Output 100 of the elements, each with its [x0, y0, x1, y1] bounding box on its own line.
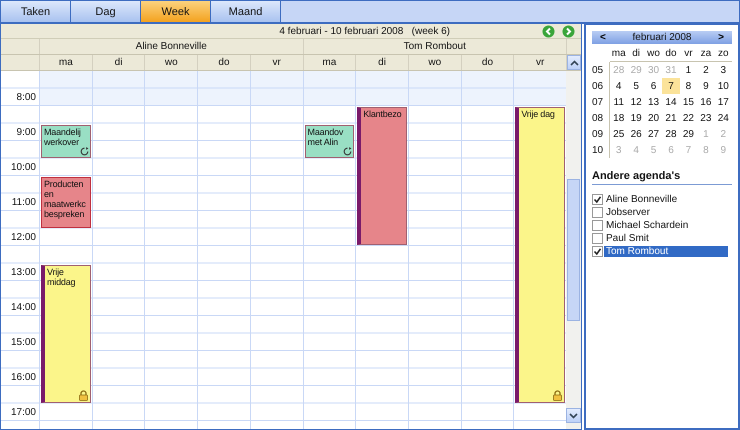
chevron-down-icon	[569, 412, 578, 418]
appointment[interactable]: Maandelij werkover	[41, 124, 91, 158]
day-header: do	[197, 55, 250, 70]
time-label: 14:00	[10, 300, 37, 315]
week-number: 06	[592, 78, 610, 94]
calendar-day[interactable]: 7	[662, 78, 680, 94]
calendar-day[interactable]: 23	[697, 110, 715, 126]
chevron-up-icon	[570, 60, 579, 66]
calendar-day[interactable]: 22	[680, 110, 698, 126]
week-number: 08	[592, 110, 610, 126]
calendar-day[interactable]: 20	[644, 110, 662, 126]
calendar-day[interactable]: 9	[697, 78, 715, 94]
calendar-day[interactable]: 11	[610, 94, 628, 110]
calendar-day[interactable]: 17	[714, 94, 732, 110]
calendar-day[interactable]: 24	[714, 110, 732, 126]
appointment-title: Producten en maatwerkc bespreken	[44, 179, 87, 219]
day-header: wo	[408, 55, 461, 70]
calendar-list-item[interactable]: Jobserver	[604, 206, 728, 218]
off-hours-band	[40, 71, 92, 106]
scroll-up-button[interactable]	[567, 55, 582, 70]
weekday-label: di	[627, 46, 645, 62]
scrollbar[interactable]	[566, 71, 581, 429]
time-label: 9:00	[16, 126, 37, 140]
week-number: 05	[592, 62, 610, 78]
appointment-title: Maandov met Alin	[308, 126, 344, 146]
calendar-day[interactable]: 26	[627, 126, 645, 142]
appointment[interactable]: Vrije middag	[41, 264, 91, 402]
calendar-day[interactable]: 19	[627, 110, 645, 126]
appointment[interactable]: Maandov met Alin	[304, 124, 354, 158]
checkbox[interactable]	[592, 246, 603, 256]
calendar-day[interactable]: 12	[627, 94, 645, 110]
calendar-day[interactable]: 21	[662, 110, 680, 126]
calendar-day[interactable]: 15	[680, 94, 698, 110]
person-header: Aline Bonneville	[39, 39, 302, 54]
checkbox[interactable]	[592, 194, 603, 204]
date-range-title: 4 februari - 10 februari 2008 (week 6)	[279, 26, 450, 36]
day-header: di	[355, 55, 408, 70]
weekday-label: vr	[680, 46, 698, 62]
calendar-list-item[interactable]: Michael Schardein	[604, 220, 728, 230]
calendar-day[interactable]: 16	[697, 94, 715, 110]
calendar-day[interactable]: 4	[610, 78, 628, 94]
calendar-list-item[interactable]: Paul Smit	[604, 232, 728, 244]
calendar-day[interactable]: 5	[627, 78, 645, 94]
calendar-day[interactable]: 27	[644, 126, 662, 142]
view-tab[interactable]: Taken	[1, 1, 71, 22]
calendar-day[interactable]: 1	[680, 62, 698, 78]
time-label: 13:00	[10, 266, 37, 280]
previous-month-button[interactable]: <	[596, 32, 610, 43]
checkbox[interactable]	[592, 220, 603, 230]
calendar-list-item[interactable]: Aline Bonneville	[604, 194, 728, 204]
calendar-day[interactable]: 28	[662, 126, 680, 142]
next-week-button[interactable]	[562, 24, 575, 38]
appointment-title: Vrije middag	[47, 266, 76, 286]
weekday-label: za	[697, 46, 715, 62]
checkmark-icon	[593, 194, 602, 204]
calendar-day[interactable]: 18	[610, 110, 628, 126]
calendar-day[interactable]: 10	[714, 78, 732, 94]
calendar-day[interactable]: 13	[644, 94, 662, 110]
off-hours-band	[250, 71, 303, 106]
appointment[interactable]: Vrije dag	[515, 107, 566, 402]
next-month-button[interactable]: >	[714, 32, 728, 43]
person-header: Tom Rombout	[302, 39, 566, 54]
appointment[interactable]: Producten en maatwerkc bespreken	[41, 177, 91, 228]
week-number: 09	[592, 126, 610, 142]
day-header: vr	[250, 55, 303, 70]
calendar-day[interactable]: 25	[610, 126, 628, 142]
calendar-list-item[interactable]: Tom Rombout	[604, 246, 728, 256]
day-header: vr	[513, 55, 566, 70]
calendar-day[interactable]: 8	[680, 78, 698, 94]
week-number: 10	[592, 142, 610, 158]
view-tab[interactable]: Dag	[71, 1, 141, 22]
view-tab[interactable]: Week	[141, 1, 211, 22]
off-hours-band	[145, 71, 198, 106]
weekday-label: zo	[714, 46, 732, 62]
calendar-day[interactable]: 3	[714, 62, 732, 78]
appointment-title: Vrije dag	[521, 109, 556, 119]
previous-week-button[interactable]	[542, 24, 555, 38]
day-header: do	[460, 55, 514, 70]
month-title: februari 2008	[632, 32, 692, 43]
calendar-day[interactable]: 14	[662, 94, 680, 110]
checkmark-icon	[593, 246, 602, 256]
time-label: 12:00	[10, 230, 37, 245]
appointment-title: Klantbezo	[363, 109, 402, 119]
weekday-label: ma	[610, 46, 628, 62]
calendar-day[interactable]: 2	[697, 62, 715, 78]
checkbox[interactable]	[592, 232, 603, 244]
scroll-down-button[interactable]	[566, 408, 581, 423]
appointment[interactable]: Klantbezo	[357, 107, 407, 245]
weekday-label: do	[662, 46, 680, 62]
checkbox[interactable]	[592, 206, 603, 218]
day-header: wo	[144, 55, 198, 70]
day-header: ma	[39, 55, 92, 70]
time-label: 17:00	[10, 406, 37, 420]
view-tab[interactable]: Maand	[211, 1, 281, 22]
calendar-day[interactable]: 29	[680, 126, 698, 142]
time-label: 8:00	[16, 90, 37, 105]
off-hours-band	[198, 71, 250, 106]
section-title: Andere agenda's	[592, 170, 732, 185]
calendar-day[interactable]: 6	[644, 78, 662, 94]
scroll-thumb[interactable]	[567, 179, 580, 321]
